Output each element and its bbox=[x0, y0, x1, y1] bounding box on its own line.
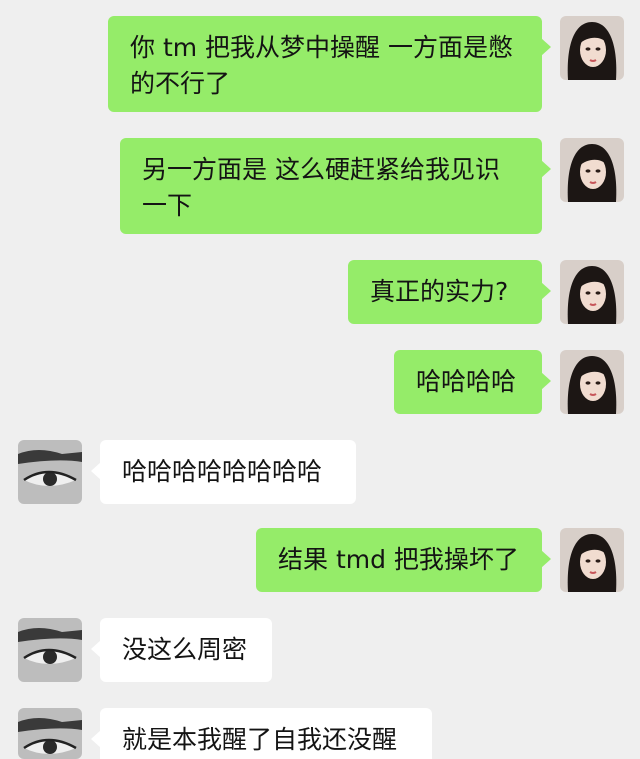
message-text: 就是本我醒了自我还没醒 bbox=[122, 725, 398, 754]
incoming-message-bubble[interactable]: 就是本我醒了自我还没醒 bbox=[91, 708, 432, 759]
incoming-message-bubble[interactable]: 哈哈哈哈哈哈哈哈 bbox=[91, 440, 356, 504]
eye-closeup-icon bbox=[18, 708, 82, 759]
woman-portrait-icon bbox=[560, 138, 624, 202]
self-avatar-icon[interactable] bbox=[560, 260, 624, 324]
other-avatar-icon[interactable] bbox=[18, 708, 82, 759]
eye-closeup-icon bbox=[18, 440, 82, 504]
message-text: 你 tm 把我从梦中操醒 一方面是憋的不行了 bbox=[130, 33, 513, 98]
self-avatar-icon[interactable] bbox=[560, 350, 624, 414]
incoming-message-bubble[interactable]: 没这么周密 bbox=[91, 618, 272, 682]
other-avatar-icon[interactable] bbox=[18, 440, 82, 504]
message-text: 没这么周密 bbox=[122, 635, 248, 664]
other-avatar-icon[interactable] bbox=[18, 618, 82, 682]
self-avatar-icon[interactable] bbox=[560, 528, 624, 592]
outgoing-message-bubble[interactable]: 真正的实力? bbox=[348, 260, 551, 324]
outgoing-message-bubble[interactable]: 哈哈哈哈 bbox=[394, 350, 551, 414]
chat-message-list[interactable]: 你 tm 把我从梦中操醒 一方面是憋的不行了 另一方面是 这么硬赶紧给我见识一下… bbox=[0, 0, 640, 759]
message-text: 真正的实力? bbox=[370, 277, 509, 306]
message-text: 另一方面是 这么硬赶紧给我见识一下 bbox=[142, 155, 500, 220]
self-avatar-icon[interactable] bbox=[560, 16, 624, 80]
outgoing-message-bubble[interactable]: 另一方面是 这么硬赶紧给我见识一下 bbox=[120, 138, 551, 234]
message-text: 哈哈哈哈 bbox=[416, 367, 517, 396]
message-text: 哈哈哈哈哈哈哈哈 bbox=[122, 457, 323, 486]
woman-portrait-icon bbox=[560, 528, 624, 592]
woman-portrait-icon bbox=[560, 260, 624, 324]
message-text: 结果 tmd 把我操坏了 bbox=[278, 545, 519, 574]
self-avatar-icon[interactable] bbox=[560, 138, 624, 202]
outgoing-message-bubble[interactable]: 你 tm 把我从梦中操醒 一方面是憋的不行了 bbox=[108, 16, 551, 112]
eye-closeup-icon bbox=[18, 618, 82, 682]
woman-portrait-icon bbox=[560, 350, 624, 414]
outgoing-message-bubble[interactable]: 结果 tmd 把我操坏了 bbox=[256, 528, 551, 592]
woman-portrait-icon bbox=[560, 16, 624, 80]
